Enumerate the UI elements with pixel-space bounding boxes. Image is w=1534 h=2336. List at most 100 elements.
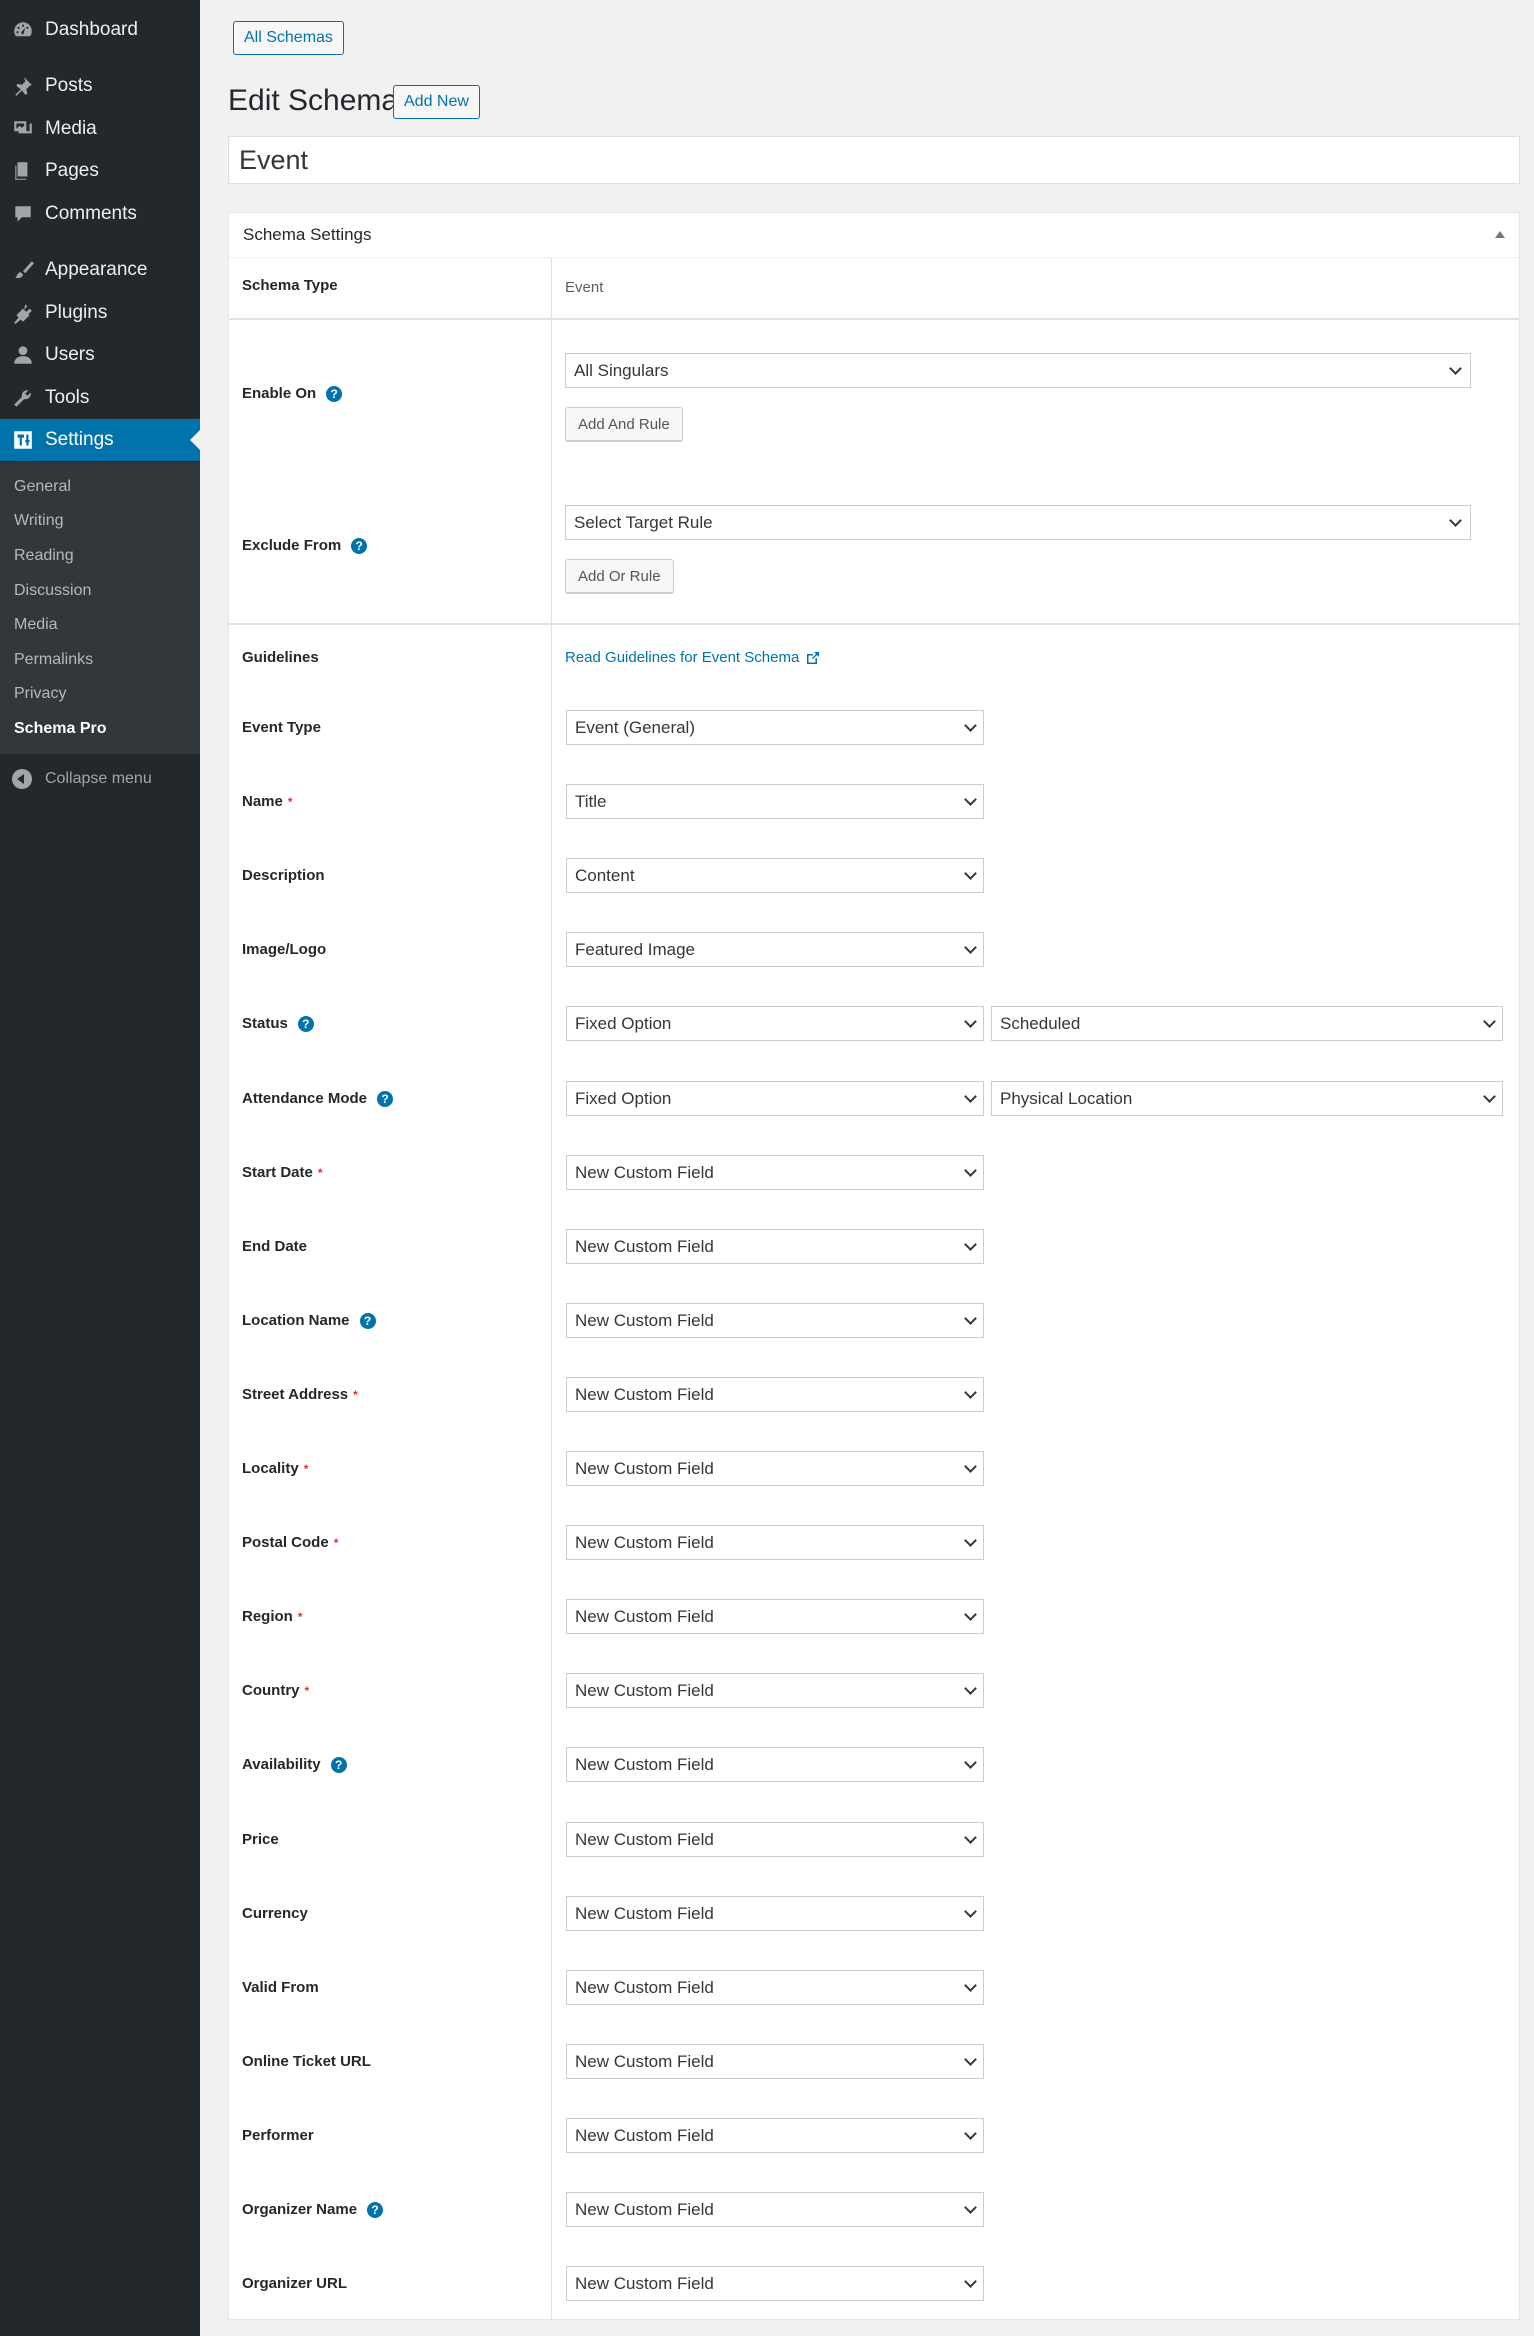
price-select[interactable]: New Custom Field [566, 1822, 984, 1857]
submenu-item-privacy[interactable]: Privacy [14, 685, 66, 703]
description-select[interactable]: Content [566, 858, 984, 893]
chevron-down-icon [964, 2127, 977, 2140]
select-value: Scheduled [1000, 1013, 1081, 1033]
menu-label: Comments [45, 203, 137, 224]
all-schemas-button[interactable]: All Schemas [233, 21, 344, 55]
submenu-item-reading[interactable]: Reading [14, 547, 74, 565]
box-header[interactable]: Schema Settings [229, 213, 1519, 258]
select-value: New Custom Field [575, 2125, 714, 2145]
collapse-toggle-icon[interactable] [1495, 231, 1505, 238]
help-icon[interactable]: ? [367, 2201, 384, 2218]
label-text: Organizer URL [242, 2275, 348, 2292]
required-asterisk: * [353, 1387, 358, 1402]
help-icon[interactable]: ? [330, 1756, 347, 1773]
collapse-menu-button[interactable]: Collapse menu [0, 764, 200, 794]
street-address-select[interactable]: New Custom Field [566, 1377, 984, 1412]
box-title: Schema Settings [243, 225, 372, 244]
menu-label: Posts [45, 75, 93, 96]
chevron-down-icon [964, 2275, 977, 2288]
chevron-down-icon [1483, 1090, 1496, 1103]
menu-item-comments[interactable]: Comments [0, 193, 200, 235]
collapse-menu-label: Collapse menu [45, 770, 152, 787]
submenu-item-schema-pro[interactable]: Schema Pro [14, 720, 106, 738]
select-value: New Custom Field [575, 1384, 714, 1404]
chevron-down-icon [964, 1682, 977, 1695]
submenu-item-discussion[interactable]: Discussion [14, 582, 91, 600]
guidelines-link[interactable]: Read Guidelines for Event Schema [565, 649, 820, 666]
organizer-name-select[interactable]: New Custom Field [566, 2192, 984, 2227]
name-select[interactable]: Title [566, 784, 984, 819]
label-text: Start Date [242, 1164, 313, 1181]
country-select[interactable]: New Custom Field [566, 1673, 984, 1708]
country-label: Country * [242, 1682, 309, 1699]
menu-item-settings[interactable]: Settings [0, 419, 200, 461]
chevron-down-icon [964, 867, 977, 880]
event-type-label: Event Type [242, 719, 321, 736]
user-icon [11, 343, 35, 367]
end-date-select[interactable]: New Custom Field [566, 1229, 984, 1264]
submenu-item-general[interactable]: General [14, 478, 71, 496]
exclude-from-select[interactable]: Select Target Rule [565, 505, 1471, 540]
page-title: Edit Schema [228, 84, 399, 117]
add-or-rule-button[interactable]: Add Or Rule [565, 559, 674, 593]
help-icon[interactable]: ? [359, 1312, 376, 1329]
currency-select[interactable]: New Custom Field [566, 1896, 984, 1931]
required-asterisk: * [287, 794, 293, 809]
required-asterisk: * [297, 1609, 303, 1624]
menu-label: Tools [45, 387, 90, 408]
chevron-down-icon [964, 2201, 977, 2214]
add-and-rule-button[interactable]: Add And Rule [565, 407, 683, 441]
menu-item-users[interactable]: Users [0, 334, 200, 376]
menu-item-posts[interactable]: Posts [0, 65, 200, 107]
organizer-url-label: Organizer URL [242, 2275, 347, 2292]
menu-item-media[interactable]: Media [0, 108, 200, 150]
locality-label: Locality * [242, 1460, 308, 1477]
menu-item-pages[interactable]: Pages [0, 150, 200, 192]
help-icon[interactable]: ? [297, 1015, 314, 1032]
help-icon[interactable]: ? [326, 385, 343, 402]
menu-item-plugins[interactable]: Plugins [0, 292, 200, 334]
required-asterisk: * [304, 1683, 310, 1698]
chevron-down-icon [1483, 1015, 1496, 1028]
select-value: Physical Location [1000, 1088, 1133, 1108]
postal-code-select[interactable]: New Custom Field [566, 1525, 984, 1560]
menu-item-tools[interactable]: Tools [0, 377, 200, 419]
label-text: Postal Code [242, 1534, 329, 1551]
attendance-mode-select[interactable]: Fixed Option [566, 1081, 984, 1116]
post-title-input[interactable]: Event [228, 136, 1520, 184]
chevron-down-icon [1449, 514, 1462, 527]
availability-select[interactable]: New Custom Field [566, 1747, 984, 1782]
chevron-down-icon [964, 1905, 977, 1918]
attendance-mode-option-select[interactable]: Physical Location [991, 1081, 1503, 1116]
event-type-select[interactable]: Event (General) [566, 710, 984, 745]
help-icon[interactable]: ? [377, 1090, 394, 1107]
menu-item-dashboard[interactable]: Dashboard [0, 9, 200, 51]
enable-on-select[interactable]: All Singulars [565, 353, 1471, 388]
label-text: Name [242, 793, 283, 810]
availability-label: Availability? [242, 1756, 347, 1773]
add-new-button[interactable]: Add New [393, 85, 480, 119]
menu-item-appearance[interactable]: Appearance [0, 249, 200, 291]
region-select[interactable]: New Custom Field [566, 1599, 984, 1634]
organizer-url-select[interactable]: New Custom Field [566, 2266, 984, 2301]
help-icon[interactable]: ? [351, 537, 368, 554]
submenu-item-media[interactable]: Media [14, 616, 58, 634]
required-asterisk: * [333, 1535, 339, 1550]
select-value: New Custom Field [575, 1532, 714, 1552]
valid-from-select[interactable]: New Custom Field [566, 1970, 984, 2005]
submenu-item-writing[interactable]: Writing [14, 512, 64, 530]
online-ticket-url-select[interactable]: New Custom Field [566, 2044, 984, 2079]
location-name-select[interactable]: New Custom Field [566, 1303, 984, 1338]
status-option-select[interactable]: Scheduled [991, 1006, 1503, 1041]
performer-select[interactable]: New Custom Field [566, 2118, 984, 2153]
select-value: New Custom Field [575, 2051, 714, 2071]
image-logo-select[interactable]: Featured Image [566, 932, 984, 967]
locality-select[interactable]: New Custom Field [566, 1451, 984, 1486]
enable-on-label: Enable On ? [242, 385, 343, 402]
schema-settings-box: Schema Settings Schema Type Event Enable… [228, 212, 1520, 2320]
submenu-item-permalinks[interactable]: Permalinks [14, 651, 93, 669]
start-date-select[interactable]: New Custom Field [566, 1155, 984, 1190]
status-select[interactable]: Fixed Option [566, 1006, 984, 1041]
required-asterisk: * [317, 1165, 323, 1180]
start-date-label: Start Date * [242, 1164, 323, 1181]
